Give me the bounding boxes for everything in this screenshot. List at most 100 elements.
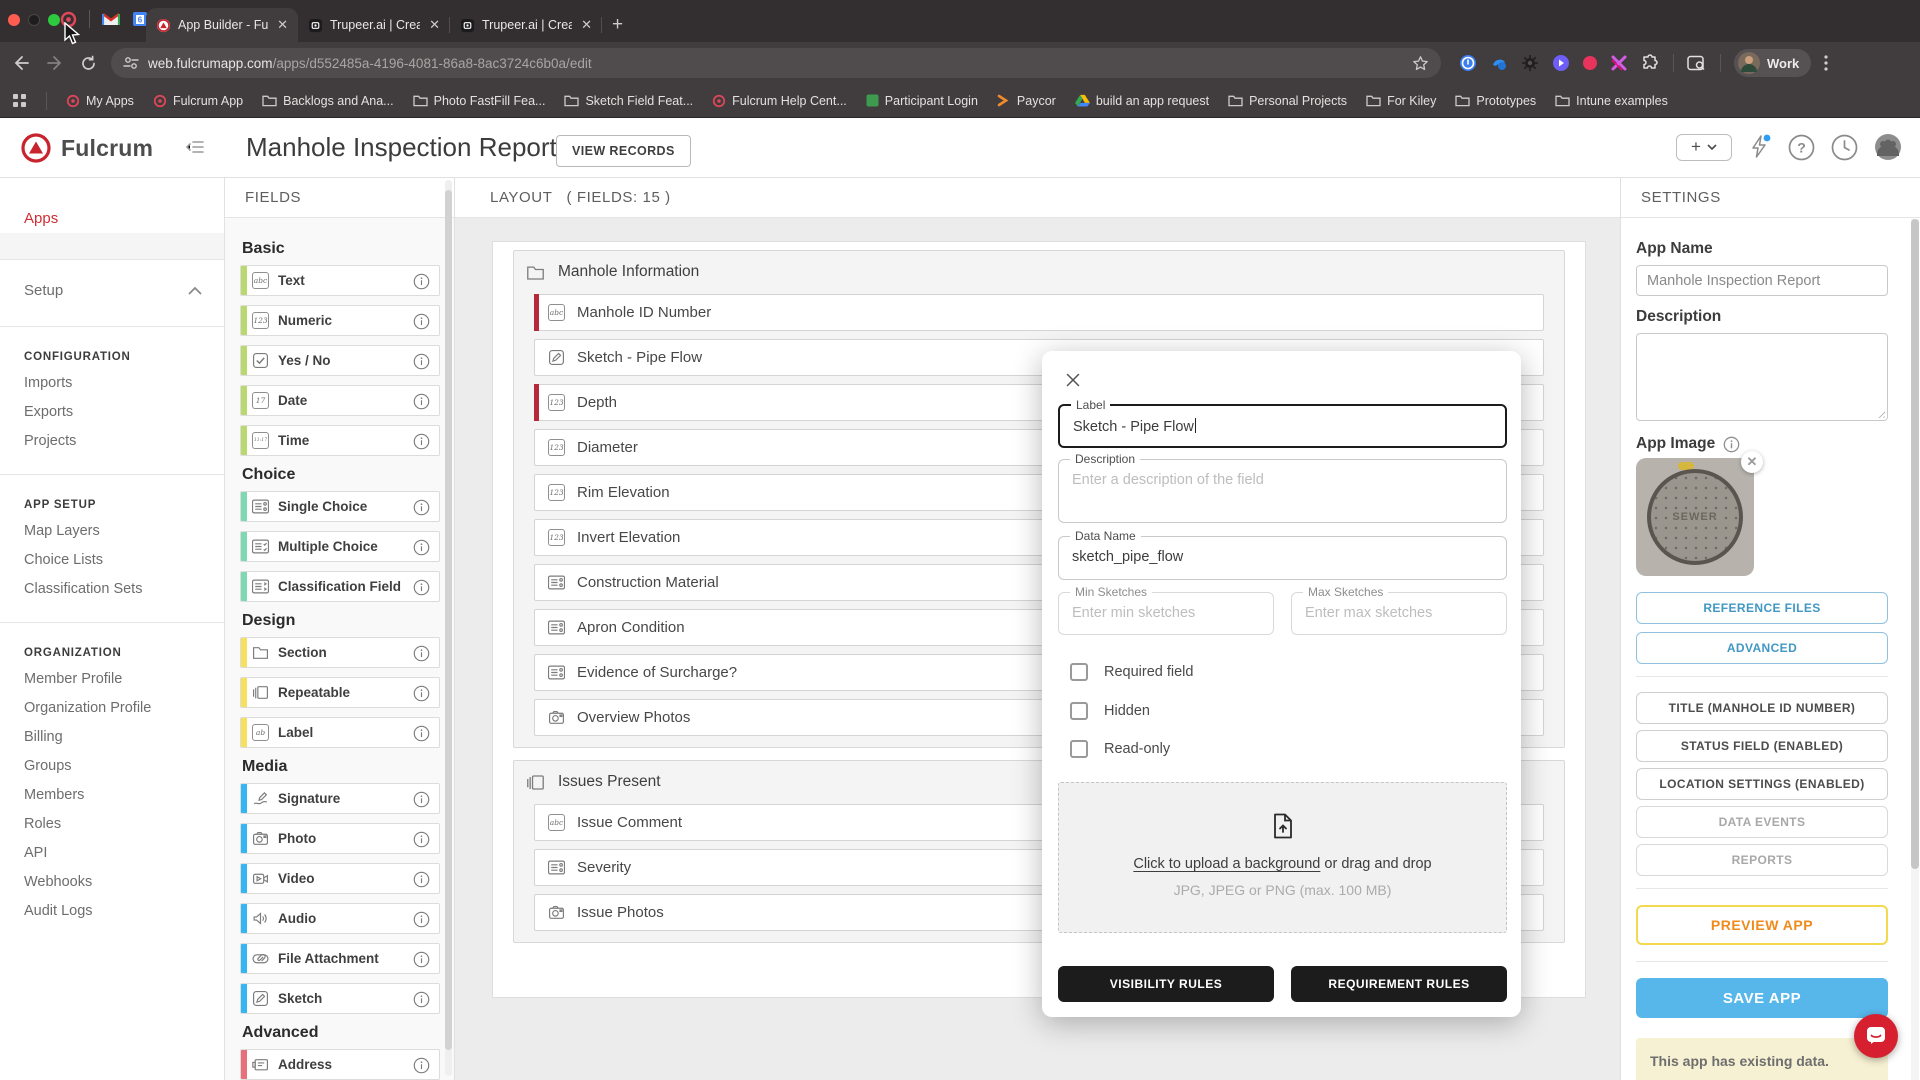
info-icon[interactable] [413,499,430,516]
info-icon[interactable] [413,393,430,410]
site-info-icon[interactable] [123,56,139,70]
field-type-address[interactable]: Address [240,1049,440,1080]
help-icon[interactable]: ? [1788,134,1815,161]
gmail-pinned-tab-icon[interactable] [102,12,120,26]
bookmark-item[interactable]: Photo FastFill Fea... [413,94,546,108]
sidebar-item-classification-sets[interactable]: Classification Sets [0,575,224,604]
chat-launcher-button[interactable] [1854,1014,1898,1058]
sidebar-item-groups[interactable]: Groups [0,752,224,781]
field-type-section[interactable]: Section [240,637,440,668]
info-icon[interactable] [413,991,430,1008]
view-records-button[interactable]: VIEW RECORDS [556,135,691,167]
browser-tab[interactable]: Trupeer.ai | Create Product Vi✕ [450,8,602,42]
sidebar-item-map-layers[interactable]: Map Layers [0,517,224,546]
app-image-thumbnail[interactable]: SEWER ✕ [1636,458,1754,576]
url-bar[interactable]: web.fulcrumapp.com/apps/d552485a-4196-40… [111,48,1441,78]
add-field-button[interactable]: + [1676,134,1732,161]
field-type-file-attachment[interactable]: File Attachment [240,943,440,974]
max-sketches-input[interactable]: Max Sketches Enter max sketches [1291,592,1507,635]
fields-scrollbar[interactable] [445,180,452,1076]
data-name-input[interactable]: Data Name sketch_pipe_flow [1058,536,1507,580]
field-type-repeatable[interactable]: Repeatable [240,677,440,708]
checkbox-box[interactable] [1070,663,1088,681]
maximize-window-button[interactable] [48,14,60,26]
requirement-rules-button[interactable]: REQUIREMENT RULES [1291,966,1507,1002]
info-icon[interactable] [413,645,430,662]
field-type-numeric[interactable]: 123Numeric [240,305,440,336]
app-name-input[interactable]: Manhole Inspection Report [1636,265,1888,296]
tab-close-icon[interactable]: ✕ [427,17,442,33]
checkbox-box[interactable] [1070,702,1088,720]
fulcrum-logo[interactable]: Fulcrum [20,132,153,164]
close-icon[interactable] [1066,373,1080,387]
sidebar-item-member-profile[interactable]: Member Profile [0,665,224,694]
info-icon[interactable] [413,539,430,556]
forward-button[interactable] [46,55,64,71]
browser-tab[interactable]: Trupeer.ai | Create Product Vi✕ [298,8,450,42]
field-type-text[interactable]: abcText [240,265,440,296]
close-window-button[interactable] [8,14,20,26]
info-icon[interactable] [413,951,430,968]
bookmark-item[interactable]: Personal Projects [1228,94,1347,108]
refresh-button[interactable] [80,55,97,72]
bookmark-item[interactable]: Backlogs and Ana... [262,94,394,108]
info-icon[interactable] [413,1057,430,1074]
label-input[interactable]: Label Sketch - Pipe Flow [1058,404,1507,448]
sidebar-item-api[interactable]: API [0,839,224,868]
loom-extension-icon[interactable] [1552,54,1570,72]
save-app-button[interactable]: SAVE APP [1636,978,1888,1018]
browser-menu-kebab-icon[interactable] [1824,55,1828,71]
min-sketches-input[interactable]: Min Sketches Enter min sketches [1058,592,1274,635]
upload-link[interactable]: Click to upload a background or drag and… [1059,856,1506,872]
info-icon[interactable] [1723,436,1740,453]
visibility-rules-button[interactable]: VISIBILITY RULES [1058,966,1274,1002]
sidebar-item-webhooks[interactable]: Webhooks [0,868,224,897]
field-type-time[interactable]: 11:17Time [240,425,440,456]
sidebar-item-organization-profile[interactable]: Organization Profile [0,694,224,723]
minimize-window-button[interactable] [28,14,40,26]
field-type-photo[interactable]: Photo [240,823,440,854]
bookmark-item[interactable]: Fulcrum Help Cent... [712,94,847,108]
bookmark-item[interactable]: Paycor [997,94,1056,108]
settings-scrollbar[interactable] [1911,219,1919,1080]
info-icon[interactable] [413,313,430,330]
checkbox-hidden[interactable]: Hidden [1070,702,1150,720]
sidebar-item-choice-lists[interactable]: Choice Lists [0,546,224,575]
sidebar-item-billing[interactable]: Billing [0,723,224,752]
info-icon[interactable] [413,911,430,928]
field-type-signature[interactable]: Signature [240,783,440,814]
settings-sun-extension-icon[interactable] [1521,54,1539,72]
whats-new-flash-icon[interactable] [1748,134,1772,160]
location-settings-enabled--button[interactable]: LOCATION SETTINGS (ENABLED) [1636,768,1888,800]
field-type-label[interactable]: abLabel [240,717,440,748]
field-type-yesno[interactable]: Yes / No [240,345,440,376]
recorder-extension-icon[interactable] [1583,56,1597,70]
sidebar-item-apps[interactable]: Apps [0,205,224,233]
apps-grid-icon[interactable] [12,93,27,108]
field-type-date[interactable]: 17Date [240,385,440,416]
info-icon[interactable] [413,685,430,702]
info-icon[interactable] [413,791,430,808]
info-icon[interactable] [413,725,430,742]
info-icon[interactable] [413,579,430,596]
bookmark-item[interactable]: For Kiley [1366,94,1436,108]
bookmark-item[interactable]: My Apps [66,94,134,108]
extensions-puzzle-icon[interactable] [1641,54,1660,73]
field-type-video[interactable]: Video [240,863,440,894]
remove-image-button[interactable]: ✕ [1741,451,1763,473]
bookmark-item[interactable]: Intune examples [1555,94,1668,108]
info-icon[interactable] [413,353,430,370]
pink-x-extension-icon[interactable] [1610,54,1628,72]
clickup-extension-icon[interactable] [1490,54,1508,72]
background-upload-dropzone[interactable]: Click to upload a background or drag and… [1058,782,1507,933]
description-input[interactable]: Description Enter a description of the f… [1058,459,1507,523]
field-type-multiple-choice[interactable]: Multiple Choice [240,531,440,562]
data-events-button[interactable]: DATA EVENTS [1636,806,1888,838]
info-icon[interactable] [413,871,430,888]
sidebar-item-roles[interactable]: Roles [0,810,224,839]
bookmark-item[interactable]: Participant Login [866,94,978,108]
sidebar-item-setup[interactable]: Setup [0,272,224,308]
layout-section-header[interactable]: Manhole Information [526,258,1544,286]
tab-close-icon[interactable]: ✕ [275,17,290,33]
history-clock-icon[interactable] [1831,134,1858,161]
